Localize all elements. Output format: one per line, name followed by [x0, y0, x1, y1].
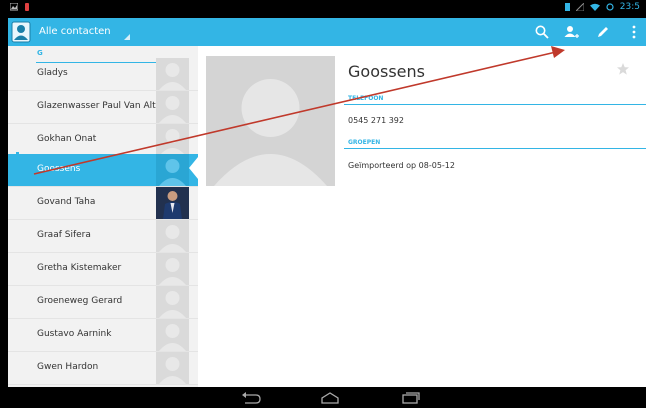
sim-icon	[564, 3, 570, 11]
avatar-placeholder-icon	[156, 220, 189, 252]
navigation-bar	[0, 387, 646, 408]
contact-list[interactable]: G Gladys Glazenwasser Paul Van Alt Gokha…	[8, 46, 198, 387]
overflow-menu-icon[interactable]	[630, 24, 638, 40]
content-area: G Gladys Glazenwasser Paul Van Alt Gokha…	[8, 46, 646, 387]
no-signal-icon	[575, 3, 584, 11]
contact-detail: Goossens TELEFOON 0545 271 392 GROEPEN G…	[198, 46, 646, 387]
avatar-placeholder-icon	[156, 91, 189, 123]
wifi-icon	[589, 3, 600, 11]
phone-section-label: TELEFOON	[348, 95, 384, 102]
list-item[interactable]: Gustavo Aarnink	[8, 319, 198, 352]
notification-icon	[25, 3, 29, 11]
clock: 23:5	[619, 2, 640, 12]
avatar-placeholder-icon	[156, 319, 189, 351]
avatar-placeholder-icon	[156, 286, 189, 318]
contact-name: Groeneweg Gerard	[37, 296, 123, 306]
list-item[interactable]: Gokhan Onat	[8, 124, 198, 157]
add-contact-icon[interactable]	[563, 24, 579, 40]
contact-name: Gustavo Aarnink	[37, 329, 112, 339]
sync-icon	[606, 3, 614, 11]
contact-photo-placeholder[interactable]	[206, 56, 335, 186]
contacts-app-icon[interactable]	[11, 21, 31, 43]
avatar-placeholder-icon	[156, 124, 189, 156]
view-title[interactable]: Alle contacten	[39, 26, 111, 37]
recent-apps-icon[interactable]	[400, 391, 422, 404]
contact-name: Gretha Kistemaker	[37, 263, 122, 273]
action-bar: Alle contacten	[8, 18, 646, 46]
contact-name: Gwen Hardon	[37, 362, 99, 372]
gallery-icon	[10, 3, 18, 11]
avatar-placeholder-icon	[156, 58, 189, 90]
search-icon[interactable]	[534, 24, 550, 40]
contact-name: Graaf Sifera	[37, 230, 91, 240]
selection-pointer	[189, 157, 198, 179]
avatar-placeholder-icon	[156, 253, 189, 285]
contact-name: Goossens	[37, 164, 81, 174]
list-item[interactable]: Graaf Sifera	[8, 220, 198, 253]
phone-number[interactable]: 0545 271 392	[348, 116, 404, 125]
avatar-placeholder-icon	[156, 154, 189, 186]
list-item[interactable]: Gretha Kistemaker	[8, 253, 198, 286]
list-item[interactable]: Gwen Hardon	[8, 352, 198, 385]
list-item[interactable]: Gladys	[8, 58, 198, 91]
status-bar: 23:5	[0, 0, 646, 18]
star-icon[interactable]	[616, 62, 630, 76]
home-icon[interactable]	[319, 391, 341, 404]
groups-section-label: GROEPEN	[348, 139, 381, 146]
divider	[344, 104, 646, 105]
edit-icon[interactable]	[595, 24, 611, 40]
contact-name: Gokhan Onat	[37, 134, 97, 144]
list-item[interactable]: Govand Taha	[8, 187, 198, 220]
contact-name: Govand Taha	[37, 197, 96, 207]
contact-photo	[156, 187, 189, 219]
contact-name: Gladys	[37, 68, 68, 78]
dropdown-caret-icon[interactable]	[124, 34, 130, 40]
avatar-placeholder-icon	[156, 352, 189, 384]
back-icon[interactable]	[240, 391, 262, 404]
contact-display-name: Goossens	[348, 62, 425, 81]
list-item[interactable]: Groeneweg Gerard	[8, 286, 198, 319]
group-name: Geïmporteerd op 08-05-12	[348, 161, 455, 170]
list-item[interactable]: Glazenwasser Paul Van Alt	[8, 91, 198, 124]
fast-scroll-marker[interactable]	[16, 152, 19, 165]
contact-name: Glazenwasser Paul Van Alt	[37, 101, 156, 111]
list-item-selected[interactable]: Goossens	[8, 154, 198, 187]
divider	[344, 148, 646, 149]
